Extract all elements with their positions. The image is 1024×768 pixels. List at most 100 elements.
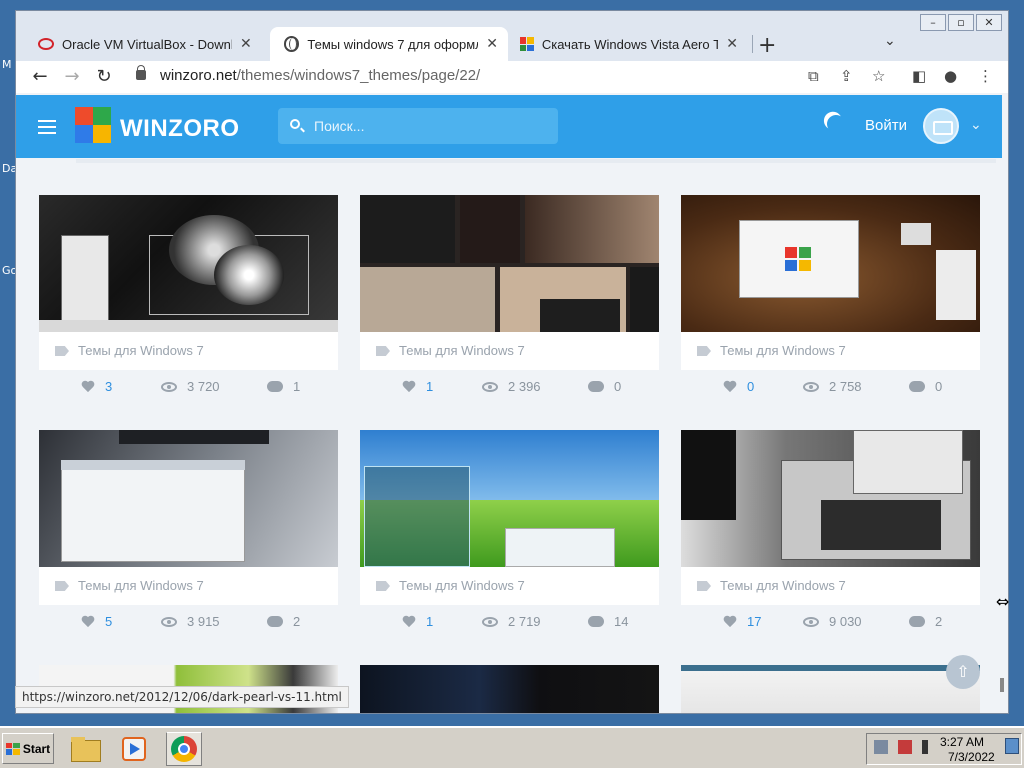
likes-stat[interactable]: 17 [723, 614, 761, 629]
network-icon[interactable] [874, 740, 888, 754]
avatar[interactable] [923, 108, 959, 144]
theme-thumbnail[interactable] [681, 195, 980, 332]
chevron-down-icon[interactable]: ⌄ [970, 117, 982, 133]
close-icon[interactable]: ✕ [240, 36, 252, 52]
likes-stat[interactable]: 3 [81, 379, 112, 394]
eye-icon [482, 381, 498, 392]
maximize-button[interactable]: ▫ [948, 14, 974, 31]
card-stats: 0 2 758 0 [681, 371, 980, 401]
theme-card[interactable]: Темы для Windows 7 [360, 195, 659, 370]
window-controls: – ▫ ✕ [920, 14, 1002, 31]
security-alert-icon[interactable] [898, 740, 912, 754]
category-tag[interactable]: Темы для Windows 7 [39, 332, 338, 370]
theme-card[interactable]: Темы для Windows 7 [39, 195, 338, 370]
search-input[interactable]: Поиск... [278, 108, 558, 144]
heart-icon [81, 616, 95, 628]
comments-stat[interactable]: 2 [909, 614, 942, 629]
media-player-icon[interactable] [116, 732, 152, 766]
theme-thumbnail[interactable] [360, 665, 659, 713]
side-panel-icon[interactable]: ◧ [912, 67, 926, 85]
category-label[interactable]: Темы для Windows 7 [78, 343, 204, 358]
address-bar[interactable]: winzoro.net/themes/windows7_themes/page/… [126, 61, 906, 91]
likes-stat[interactable]: 1 [402, 379, 433, 394]
scroll-to-top-button[interactable]: ⇧ [946, 655, 980, 689]
windows-flag-icon [5, 742, 20, 755]
tab-virtualbox[interactable]: Oracle VM VirtualBox - Downloads ✕ [24, 27, 274, 61]
clock-date[interactable]: 7/3/2022 [948, 750, 995, 764]
likes-count: 0 [747, 379, 755, 394]
hamburger-menu-icon[interactable] [38, 120, 56, 134]
comments-stat[interactable]: 2 [267, 614, 300, 629]
browser-toolbar: ← → ↻ winzoro.net/themes/windows7_themes… [16, 61, 1008, 93]
share-icon[interactable]: ⇪ [840, 67, 853, 85]
likes-count: 5 [105, 614, 113, 629]
theme-card[interactable]: Темы для Windows 7 [681, 430, 980, 605]
theme-thumbnail[interactable] [360, 430, 659, 567]
category-tag[interactable]: Темы для Windows 7 [39, 567, 338, 605]
category-tag[interactable]: Темы для Windows 7 [360, 567, 659, 605]
views-stat: 2 396 [482, 379, 541, 394]
back-icon[interactable]: ← [28, 65, 52, 89]
dark-mode-moon-icon[interactable] [824, 112, 847, 135]
theme-thumbnail[interactable] [681, 430, 980, 567]
tab-search-icon[interactable]: ⌄ [884, 33, 896, 49]
new-tab-icon[interactable]: + [758, 33, 776, 58]
tab-separator [752, 35, 753, 53]
site-header: WINZORO Поиск... Войти ⌄ [16, 95, 1002, 158]
likes-stat[interactable]: 0 [723, 379, 754, 394]
profile-icon[interactable]: ● [944, 67, 957, 85]
start-button[interactable]: Start [2, 733, 54, 764]
scrollbar[interactable] [1000, 678, 1004, 692]
login-link[interactable]: Войти [865, 117, 907, 134]
comments-stat[interactable]: 0 [588, 379, 621, 394]
close-icon[interactable]: ✕ [726, 36, 738, 52]
close-window-button[interactable]: ✕ [976, 14, 1002, 31]
category-tag[interactable]: Темы для Windows 7 [681, 567, 980, 605]
comments-stat[interactable]: 14 [588, 614, 628, 629]
clock-time[interactable]: 3:27 AM [940, 735, 984, 749]
comments-stat[interactable]: 0 [909, 379, 942, 394]
winzoro-logo-icon[interactable] [75, 107, 111, 143]
tab-vista-aero[interactable]: Скачать Windows Vista Aero Темы ✕ [506, 27, 748, 61]
browser-window: Oracle VM VirtualBox - Downloads ✕ Темы … [15, 10, 1009, 714]
category-label[interactable]: Темы для Windows 7 [399, 343, 525, 358]
show-desktop-icon[interactable] [1005, 738, 1019, 754]
comments-count: 2 [293, 614, 301, 629]
category-label[interactable]: Темы для Windows 7 [78, 578, 204, 593]
category-label[interactable]: Темы для Windows 7 [720, 578, 846, 593]
category-label[interactable]: Темы для Windows 7 [720, 343, 846, 358]
likes-count: 1 [426, 379, 434, 394]
file-explorer-icon[interactable] [68, 732, 104, 766]
theme-thumbnail[interactable] [39, 195, 338, 332]
comments-icon [909, 616, 925, 627]
translate-icon[interactable]: ⧉ [808, 67, 819, 85]
url-text[interactable]: winzoro.net/themes/windows7_themes/page/… [160, 67, 480, 84]
tag-icon [376, 581, 390, 591]
category-label[interactable]: Темы для Windows 7 [399, 578, 525, 593]
comments-icon [909, 381, 925, 392]
forward-icon[interactable]: → [60, 65, 84, 89]
theme-thumbnail[interactable] [360, 195, 659, 332]
start-label: Start [22, 741, 51, 756]
theme-card[interactable]: Темы для Windows 7 [681, 195, 980, 370]
theme-thumbnail[interactable] [39, 430, 338, 567]
lock-icon[interactable] [136, 65, 146, 80]
theme-card[interactable]: Темы для Windows 7 [39, 430, 338, 605]
tab-winzoro[interactable]: Темы windows 7 для оформления ✕ [270, 27, 508, 61]
theme-card[interactable]: Темы для Windows 7 [360, 430, 659, 605]
theme-thumbnail[interactable] [681, 665, 980, 713]
reload-icon[interactable]: ↻ [92, 65, 116, 89]
volume-icon[interactable] [922, 740, 936, 754]
comments-stat[interactable]: 1 [267, 379, 300, 394]
minimize-button[interactable]: – [920, 14, 946, 31]
chrome-icon[interactable] [166, 732, 202, 766]
site-logo-text[interactable]: WINZORO [120, 115, 239, 143]
category-tag[interactable]: Темы для Windows 7 [360, 332, 659, 370]
search-icon [290, 119, 300, 129]
likes-stat[interactable]: 5 [81, 614, 112, 629]
bookmark-star-icon[interactable]: ☆ [872, 67, 885, 85]
category-tag[interactable]: Темы для Windows 7 [681, 332, 980, 370]
close-icon[interactable]: ✕ [486, 36, 498, 52]
likes-stat[interactable]: 1 [402, 614, 433, 629]
menu-kebab-icon[interactable]: ⋮ [978, 67, 993, 85]
